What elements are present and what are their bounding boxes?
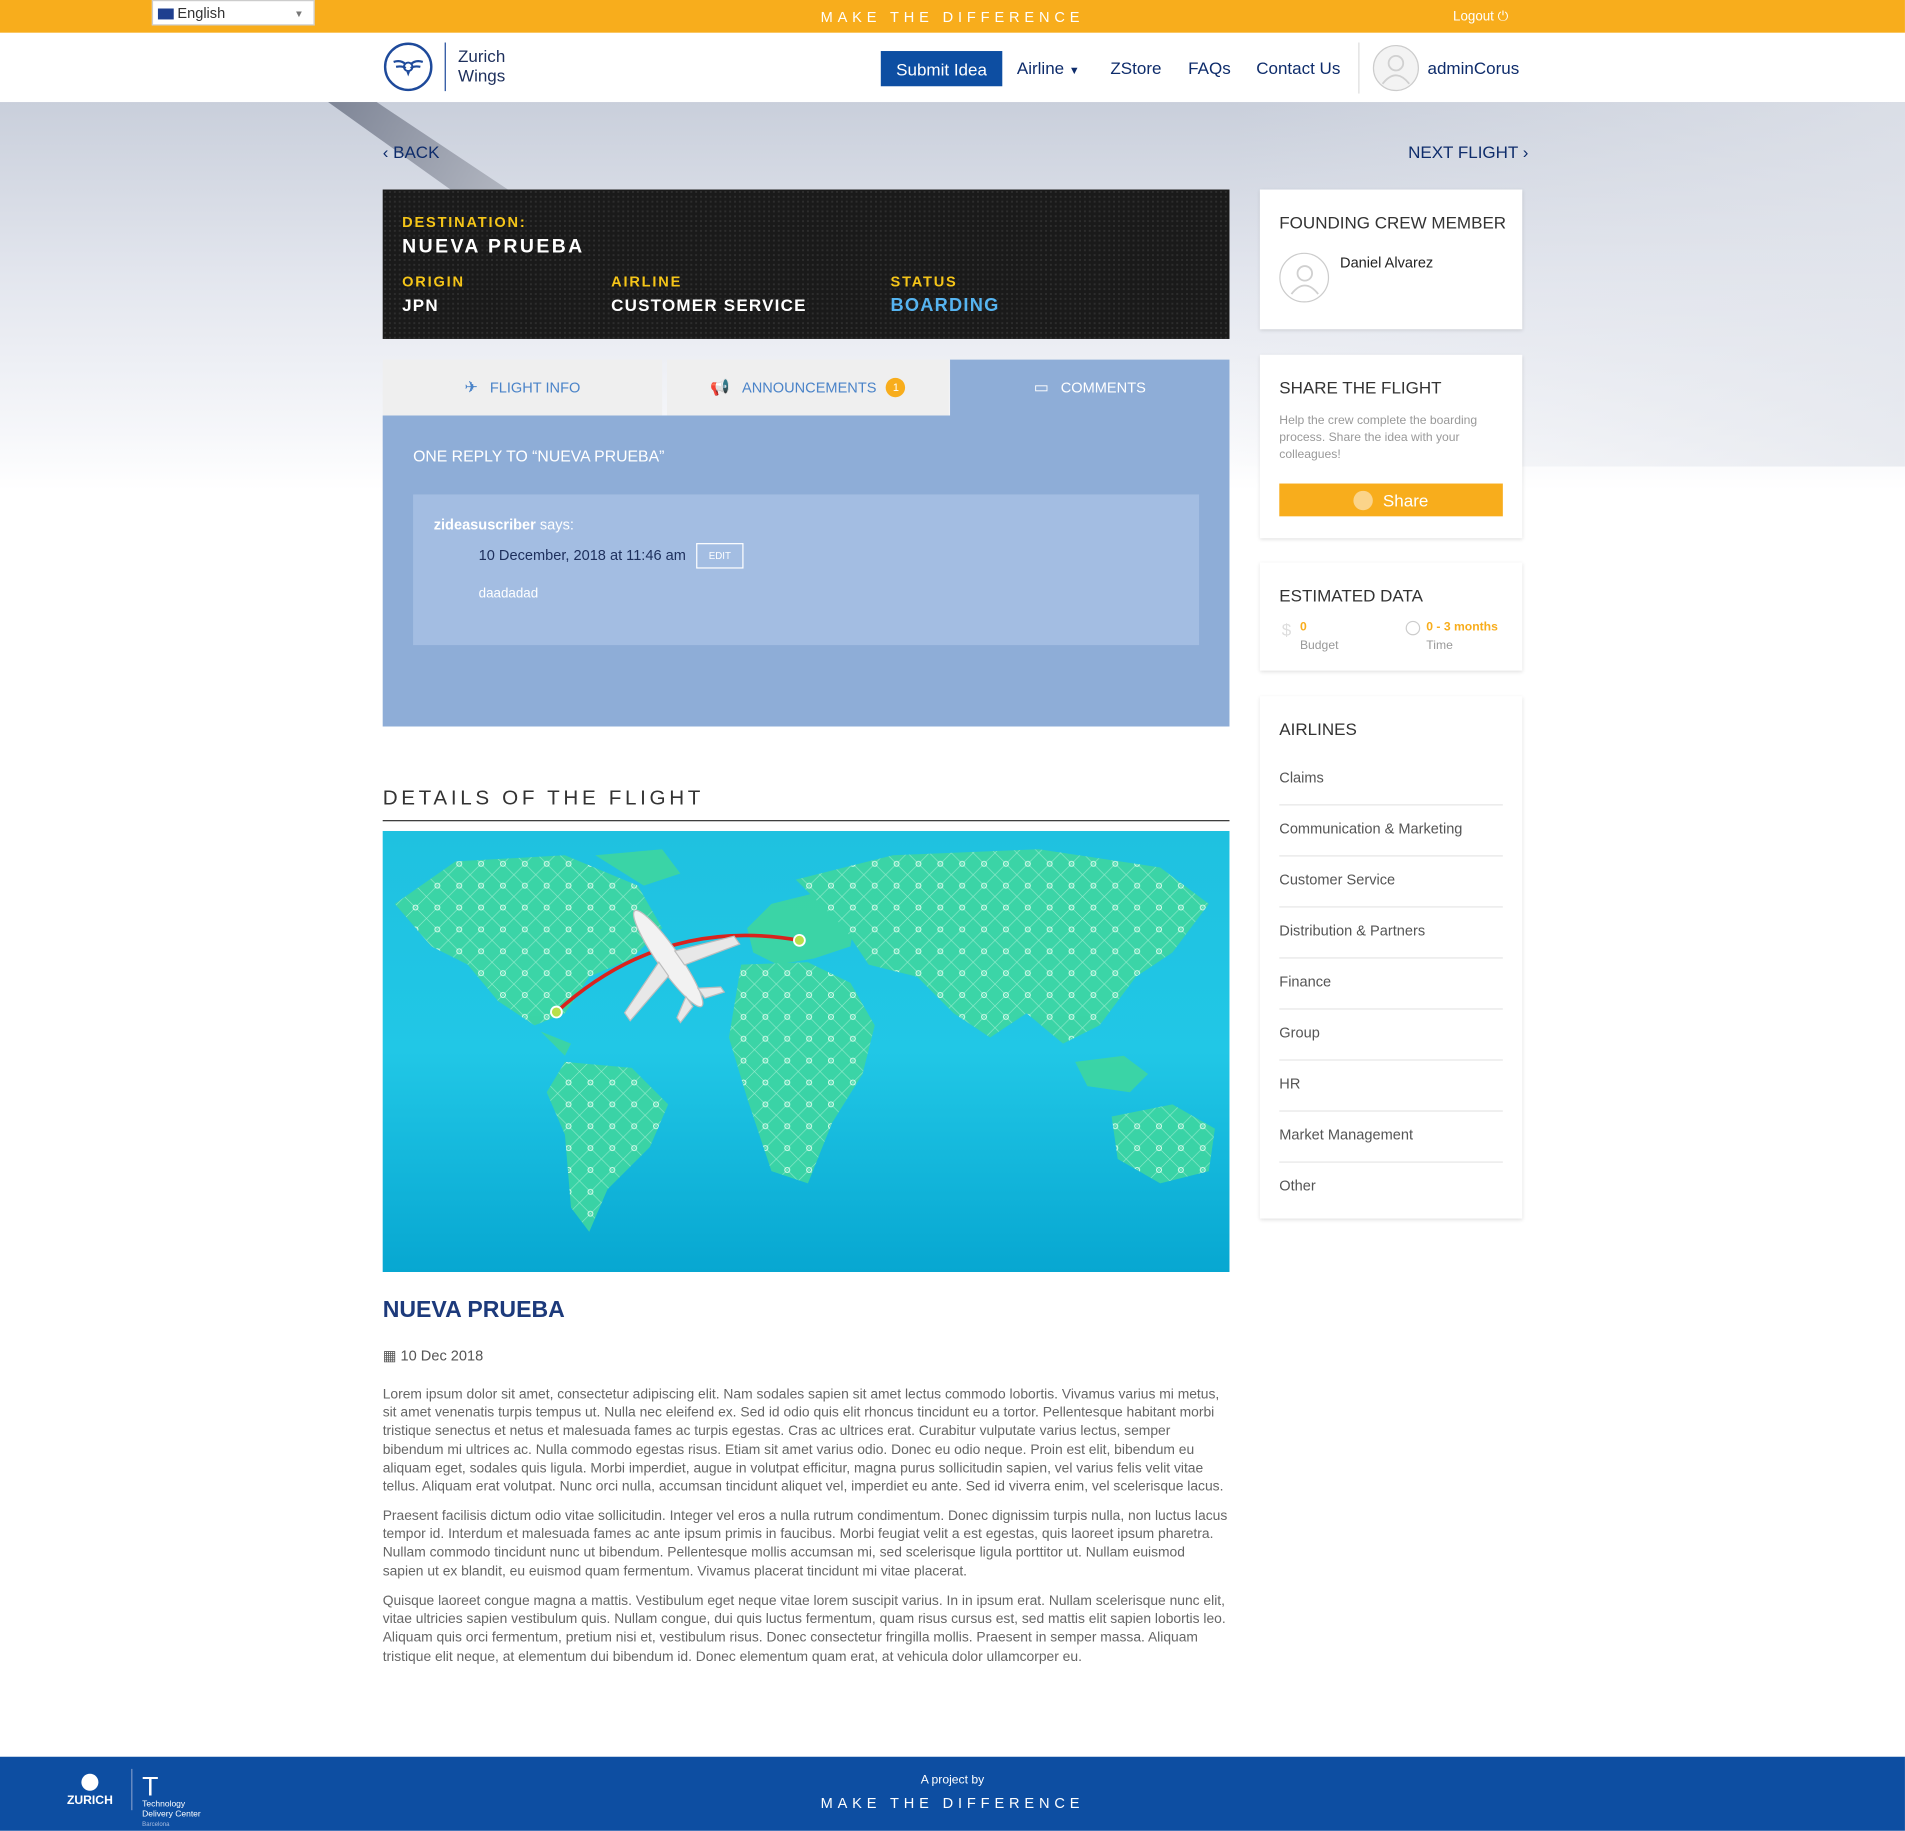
nav-faqs[interactable]: FAQs [1188, 58, 1231, 77]
flight-date: ▦ 10 Dec 2018 [382, 1347, 484, 1365]
origin-value: JPN [402, 295, 439, 315]
description-paragraph: Lorem ipsum dolor sit amet, consectetur … [382, 1387, 1224, 1495]
edit-comment-button[interactable]: EDIT [696, 543, 744, 569]
airline-item-market-management[interactable]: Market Management [1279, 1112, 1503, 1163]
user-name[interactable]: adminCorus [1428, 58, 1520, 77]
logout-link[interactable]: Logout ⏻ [1453, 10, 1508, 26]
tab-announcements[interactable]: 📢 ANNOUNCEMENTS 1 [666, 359, 949, 416]
estimated-data-card [1259, 562, 1523, 671]
airline-item-group[interactable]: Group [1279, 1010, 1503, 1061]
description-paragraph: Quisque laoreet congue magna a mattis. V… [382, 1593, 1226, 1664]
footer-tagline: MAKE THE DIFFERENCE [820, 1794, 1085, 1812]
logo-text[interactable]: Zurich Wings [458, 46, 505, 85]
world-map-image [382, 830, 1230, 1273]
budget-label: Budget [1299, 639, 1339, 653]
details-divider [382, 820, 1230, 822]
time-value: 0 - 3 months [1426, 620, 1498, 635]
submit-idea-button[interactable]: Submit Idea [880, 51, 1003, 87]
airline-item-other[interactable]: Other [1279, 1163, 1503, 1214]
airline-value: CUSTOMER SERVICE [611, 295, 807, 315]
comments-title: ONE REPLY TO “NUEVA PRUEBA” [413, 447, 665, 466]
airlines-title: AIRLINES [1279, 719, 1357, 739]
back-link[interactable]: ‹ BACK [383, 142, 440, 161]
comment-date[interactable]: 10 December, 2018 at 11:46 am [479, 547, 686, 564]
details-heading: DETAILS OF THE FLIGHT [382, 786, 705, 810]
nav-zstore[interactable]: ZStore [1110, 58, 1161, 77]
calendar-icon: ▦ [382, 1347, 397, 1365]
origin-label: ORIGIN [402, 273, 465, 291]
comment-icon: ▭ [1033, 377, 1049, 397]
time-label: Time [1426, 639, 1453, 653]
top-tagline: MAKE THE DIFFERENCE [820, 8, 1085, 26]
airline-item-distribution-partners[interactable]: Distribution & Partners [1279, 908, 1503, 959]
flight-title: NUEVA PRUEBA [382, 1297, 565, 1324]
nav-airline[interactable]: Airline ▼ [1017, 58, 1080, 77]
airline-item-claims[interactable]: Claims [1279, 754, 1503, 806]
status-value: BOARDING [890, 295, 1000, 316]
airplane-icon: ✈ [464, 377, 478, 397]
budget-value: 0 [1299, 620, 1307, 635]
next-flight-link[interactable]: NEXT FLIGHT › [1408, 142, 1528, 161]
airline-item-finance[interactable]: Finance [1279, 959, 1503, 1010]
share-title: SHARE THE FLIGHT [1279, 377, 1442, 398]
estimated-data-title: ESTIMATED DATA [1279, 585, 1423, 606]
flight-tabs: ✈ FLIGHT INFO 📢 ANNOUNCEMENTS 1 ▭ COMMENTS [382, 359, 1230, 416]
description-paragraph: Praesent facilisis dictum odio vitae sol… [382, 1508, 1228, 1579]
nav-contact[interactable]: Contact Us [1256, 58, 1340, 77]
tab-comments[interactable]: ▭ COMMENTS [950, 359, 1230, 416]
logo-divider [444, 42, 446, 92]
crew-member-name[interactable]: Daniel Alvarez [1340, 254, 1433, 271]
airline-item-customer-service[interactable]: Customer Service [1279, 857, 1503, 908]
airline-label: AIRLINE [611, 273, 683, 291]
founding-crew-title: FOUNDING CREW MEMBER [1279, 212, 1507, 233]
dollar-icon: $ [1281, 619, 1292, 640]
comment-author: zideasuscriber says: [433, 516, 574, 534]
chevron-left-icon: ‹ [382, 142, 389, 162]
user-avatar-icon[interactable] [1372, 44, 1420, 92]
caret-down-icon: ▼ [1068, 64, 1080, 77]
power-icon: ⏻ [1497, 9, 1509, 25]
footer-project-label: A project by [920, 1773, 985, 1788]
comment-author-name[interactable]: zideasuscriber [434, 516, 536, 533]
comment-text: daadadad [478, 586, 539, 602]
status-label: STATUS [890, 273, 958, 291]
share-button[interactable]: Share [1279, 483, 1503, 517]
wings-logo-icon[interactable] [383, 42, 433, 92]
chevron-right-icon: › [1522, 142, 1529, 162]
destination-value: NUEVA PRUEBA [402, 236, 585, 258]
share-text: Help the crew complete the boarding proc… [1279, 414, 1478, 462]
airline-item-communication-marketing[interactable]: Communication & Marketing [1279, 805, 1503, 857]
clock-icon [1405, 620, 1421, 636]
destination-label: DESTINATION: [402, 213, 527, 231]
header-divider [1358, 42, 1360, 94]
tab-flight-info[interactable]: ✈ FLIGHT INFO [382, 359, 663, 416]
megaphone-icon: 📢 [710, 377, 730, 397]
share-icon [1353, 490, 1374, 510]
announcements-count-badge: 1 [886, 377, 906, 398]
crew-avatar-icon [1279, 252, 1330, 303]
airline-item-hr[interactable]: HR [1279, 1061, 1503, 1112]
flight-board [382, 189, 1230, 339]
